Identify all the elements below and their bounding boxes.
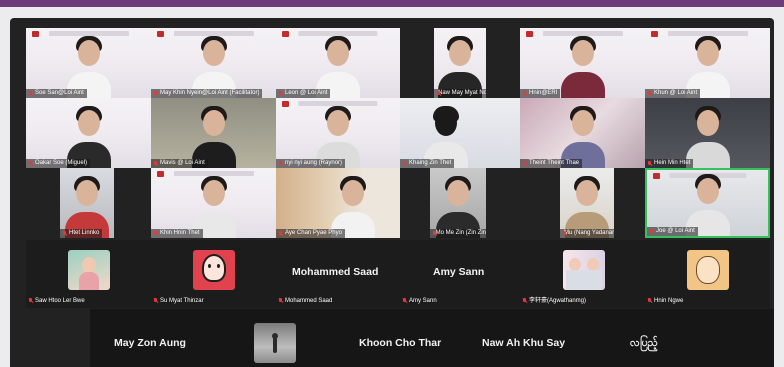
video-tile[interactable]: Hnin@ERI <box>520 28 645 98</box>
participant-name-label: Khaing Zin Thet <box>400 159 455 168</box>
video-tile[interactable]: Htet Linnko <box>60 168 114 238</box>
profile-picture <box>254 323 296 363</box>
video-tile[interactable]: Leon @ Loi Aint <box>276 28 400 98</box>
microphone-muted-icon <box>522 90 527 97</box>
microphone-muted-icon <box>278 90 283 97</box>
participant-name-label: Aye Chan Pyae Phyo <box>276 229 345 238</box>
window-top-bar <box>0 0 784 7</box>
profile-picture <box>563 250 605 290</box>
event-logo-icon <box>651 31 658 37</box>
microphone-muted-icon <box>62 230 67 237</box>
microphone-muted-icon <box>432 230 436 237</box>
participant-tile[interactable]: Mohammed Saad Mohammed Saad <box>276 240 400 308</box>
participant-tile[interactable]: Naw Ah Khu Say <box>480 309 610 367</box>
participant-display-name: May Zon Aung <box>114 337 186 349</box>
microphone-muted-icon <box>647 90 652 97</box>
video-tile[interactable]: nyi nyi aung (Raynor) <box>276 98 400 168</box>
participant-name-label: Mu (Nang Yadanar Soe) <box>560 229 614 238</box>
meeting-gallery-view: Soe San@Loi Aint May Khin Nyein@Loi Aint… <box>10 18 774 367</box>
video-tile[interactable]: Oakar Soe (Miguel) <box>26 98 151 168</box>
profile-picture <box>68 250 110 290</box>
participant-tile[interactable]: Khoon Cho Thar <box>350 309 480 367</box>
microphone-muted-icon <box>522 160 527 167</box>
participant-name-label: Hein Min Htet <box>645 159 694 168</box>
participant-name-label: Mohammed Saad <box>278 297 332 305</box>
video-tile[interactable]: Soe San@Loi Aint <box>26 28 151 98</box>
video-tile[interactable]: Khun @ Loi Aint <box>645 28 770 98</box>
participant-display-name: Naw Ah Khu Say <box>482 337 566 349</box>
participant-name-label: Soe San@Loi Aint <box>26 89 87 98</box>
video-tile-active-speaker[interactable]: Joe @ Loi Aint <box>645 168 770 238</box>
participant-name-label: Oakar Soe (Miguel) <box>26 159 91 168</box>
video-tile[interactable]: Aye Chan Pyae Phyo <box>276 168 400 238</box>
microphone-muted-icon <box>278 230 283 237</box>
participant-tile[interactable]: လပြည့် <box>610 309 710 367</box>
profile-picture <box>687 250 729 290</box>
video-tile[interactable]: Mo Me Zin (Zin Zin) <box>430 168 486 238</box>
participant-tile[interactable]: Su Myat Thinzar <box>151 240 276 308</box>
profile-picture <box>193 250 235 290</box>
participant-display-name: Mohammed Saad <box>292 266 379 278</box>
participant-display-name: Amy Sann <box>433 266 485 278</box>
microphone-muted-icon <box>28 298 33 304</box>
participant-name-label: Khin Hnin Thet <box>151 229 203 238</box>
participant-name-label: Su Myat Thinzar <box>153 297 204 305</box>
participant-tile[interactable]: Saw Htoo Ler Bwe <box>26 240 151 308</box>
microphone-muted-icon <box>647 160 652 167</box>
video-tile[interactable]: Mavis @ Loi Aint <box>151 98 276 168</box>
participant-name-label: 李轩豪(Agwathanmg) <box>522 297 586 305</box>
video-tile[interactable]: Hein Min Htet <box>645 98 770 168</box>
event-logo-icon <box>32 31 39 37</box>
participant-display-name: လပြည့် <box>630 337 658 349</box>
participant-name-label: Mo Me Zin (Zin Zin) <box>430 229 486 238</box>
participant-tile[interactable]: 李轩豪(Agwathanmg) <box>520 240 645 308</box>
microphone-muted-icon <box>153 230 158 237</box>
participant-name-label: Theint Theint Thae <box>520 159 583 168</box>
microphone-muted-icon <box>647 298 652 304</box>
participant-name-label: Amy Sann <box>402 297 437 305</box>
video-tile[interactable]: Theint Theint Thae <box>520 98 645 168</box>
video-tile[interactable]: Naw May Myat Noe <box>434 28 486 98</box>
video-tile[interactable]: Mu (Nang Yadanar Soe) <box>560 168 614 238</box>
video-tile[interactable]: May Khin Nyein@Loi Aint (Facilitator) <box>151 28 276 98</box>
participant-video <box>560 36 605 98</box>
participant-name-label: Leon @ Loi Aint <box>276 89 331 98</box>
participant-tile[interactable]: Amy Sann Amy Sann <box>400 240 520 308</box>
microphone-muted-icon <box>522 298 527 304</box>
microphone-muted-icon <box>649 228 654 235</box>
microphone-muted-icon <box>402 298 407 304</box>
microphone-muted-icon <box>28 160 33 167</box>
participant-display-name: Khoon Cho Thar <box>359 337 442 349</box>
participant-name-label: May Khin Nyein@Loi Aint (Facilitator) <box>151 89 263 98</box>
participant-name-label: nyi nyi aung (Raynor) <box>276 159 346 168</box>
microphone-muted-icon <box>28 90 33 97</box>
event-logo-icon <box>526 31 533 37</box>
participant-name-label: Naw May Myat Noe <box>434 89 486 98</box>
microphone-muted-icon <box>402 160 407 167</box>
event-logo-icon <box>157 171 164 177</box>
microphone-muted-icon <box>153 160 158 167</box>
microphone-muted-icon <box>153 90 158 97</box>
screen-background: Soe San@Loi Aint May Khin Nyein@Loi Aint… <box>0 0 784 367</box>
participant-tile[interactable]: Hnin Ngwe <box>645 240 770 308</box>
event-logo-icon <box>157 31 164 37</box>
participant-name-label: Mavis @ Loi Aint <box>151 159 208 168</box>
microphone-muted-icon <box>153 298 158 304</box>
microphone-muted-icon <box>278 298 283 304</box>
participant-name-label: Hnin Ngwe <box>647 297 683 305</box>
participant-name-label: Hnin@ERI <box>520 89 561 98</box>
participant-name-label: Joe @ Loi Aint <box>647 227 698 236</box>
video-tile[interactable]: Khin Hnin Thet <box>151 168 276 238</box>
participant-name-label: Khun @ Loi Aint <box>645 89 701 98</box>
event-logo-icon <box>653 173 660 179</box>
participant-name-label: Htet Linnko <box>60 229 103 238</box>
microphone-muted-icon <box>278 160 283 167</box>
event-logo-icon <box>282 101 289 107</box>
video-tile[interactable]: Khaing Zin Thet <box>400 98 520 168</box>
event-logo-icon <box>282 31 289 37</box>
participant-tile[interactable] <box>240 309 350 367</box>
participant-name-label: Saw Htoo Ler Bwe <box>28 297 85 305</box>
participant-tile[interactable]: May Zon Aung <box>90 309 240 367</box>
